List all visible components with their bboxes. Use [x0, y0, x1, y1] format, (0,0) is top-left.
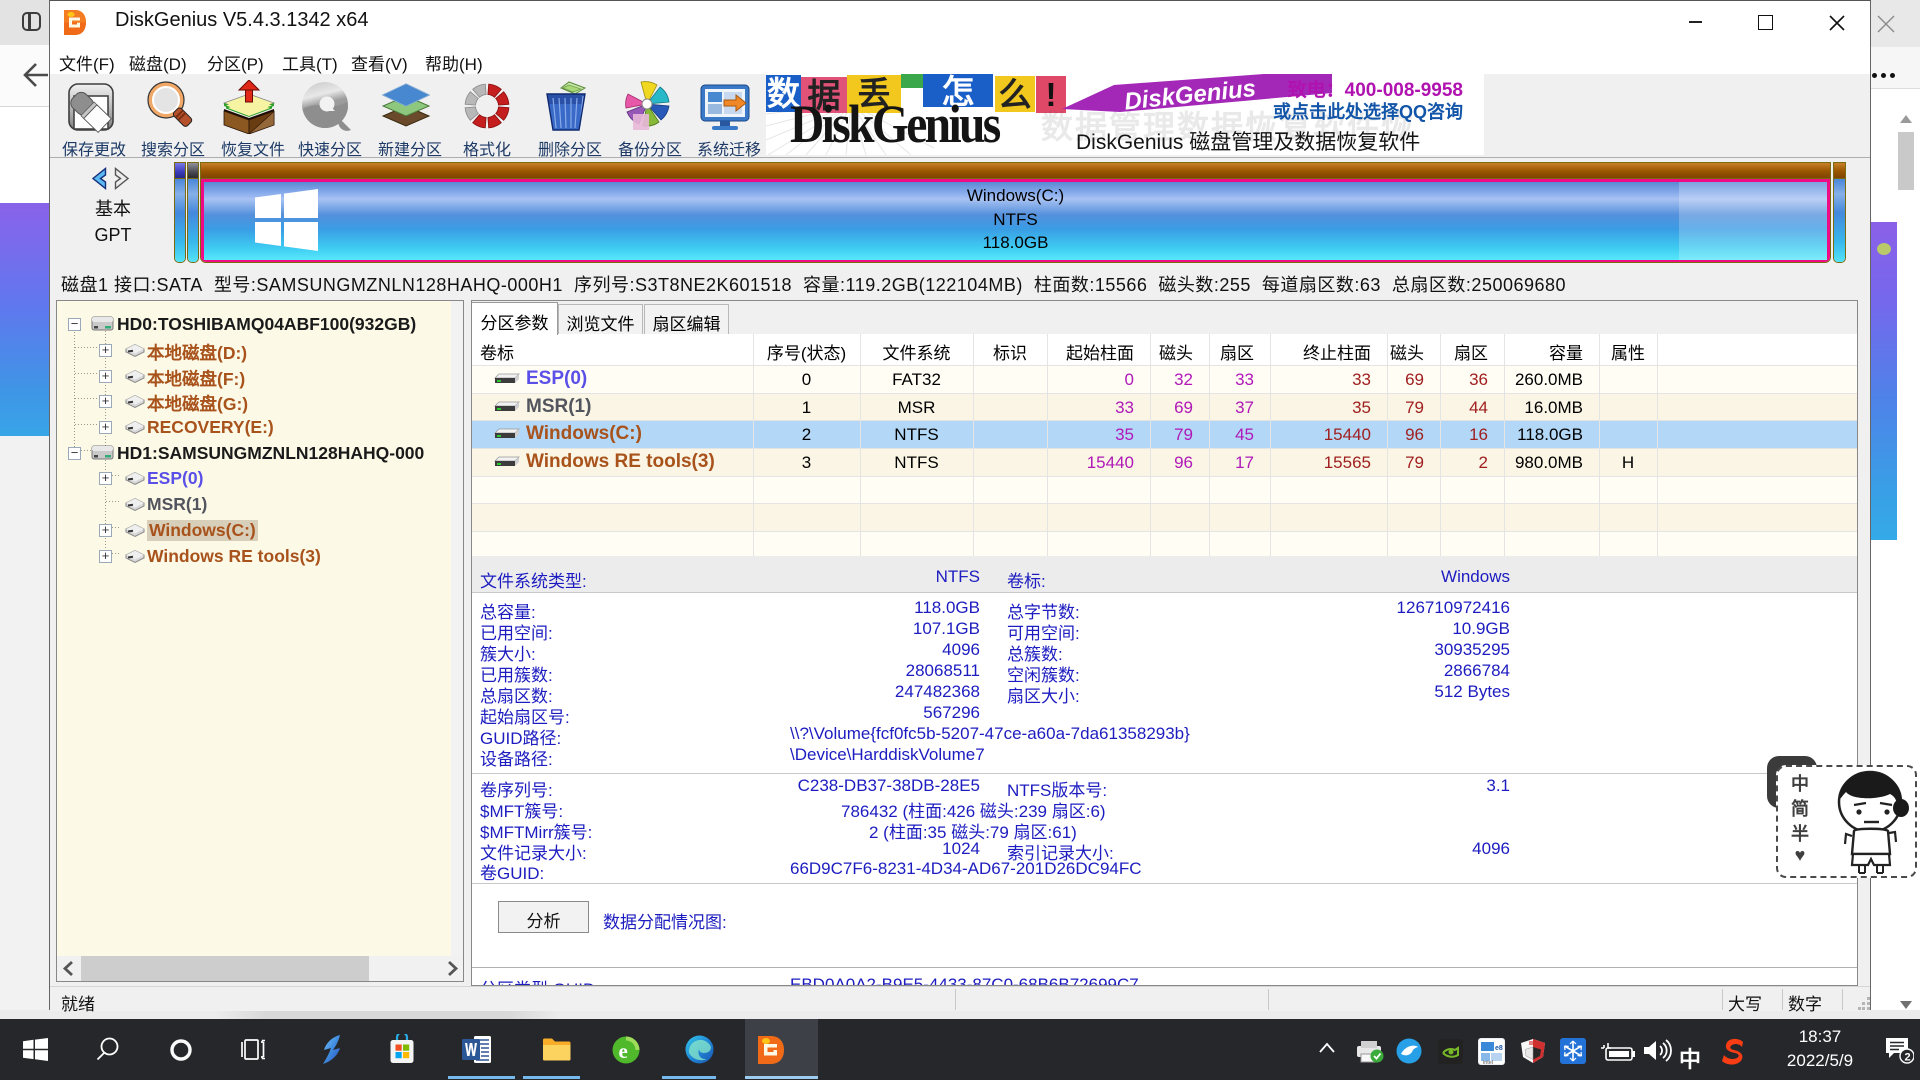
svg-text:intel: intel: [1483, 1060, 1493, 1065]
svg-text:e8: e8: [1495, 1045, 1503, 1052]
svg-text:e: e: [619, 1039, 628, 1063]
svg-text:2: 2: [1905, 1052, 1911, 1064]
svg-text:DiskGenius: DiskGenius: [1123, 75, 1257, 116]
